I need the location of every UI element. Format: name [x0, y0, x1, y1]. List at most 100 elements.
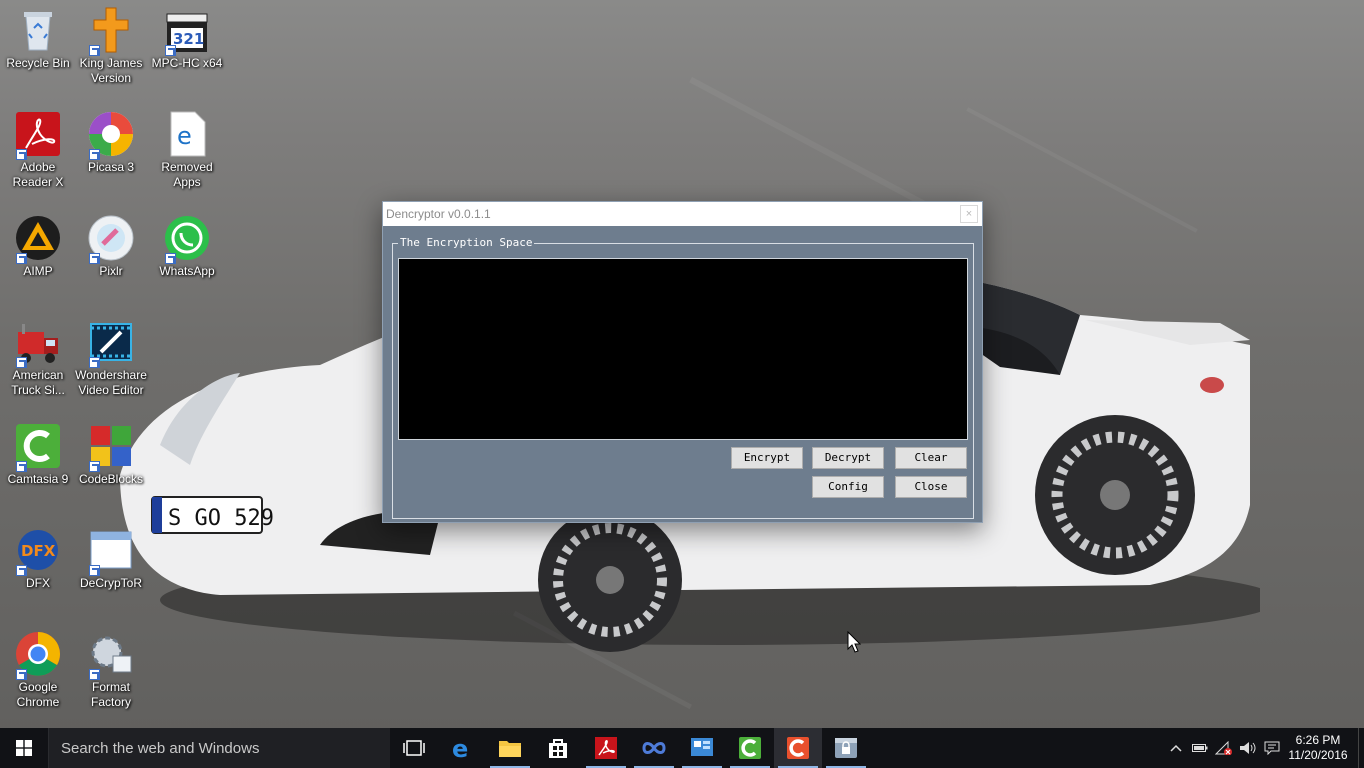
window-close-icon[interactable]: × — [960, 205, 978, 223]
desktop-icon-label: Pixlr — [99, 264, 123, 278]
picasa-icon — [87, 110, 135, 160]
desktop-icon-king-james[interactable]: King James Version — [73, 0, 149, 86]
start-button[interactable] — [0, 728, 48, 768]
codeblocks-icon — [87, 422, 135, 472]
video-editor-icon — [87, 318, 135, 368]
svg-text:321: 321 — [173, 30, 204, 48]
shortcut-arrow-icon — [89, 45, 100, 56]
file-explorer-icon — [499, 741, 521, 757]
show-hidden-icons-chevron-up-icon[interactable] — [1164, 728, 1188, 768]
shortcut-arrow-icon — [16, 461, 27, 472]
show-desktop-button[interactable] — [1358, 728, 1364, 768]
desktop-icon-label: AIMP — [23, 264, 53, 278]
desktop-icon-codeblocks[interactable]: CodeBlocks — [73, 416, 149, 487]
desktop-icon-format-factory[interactable]: Format Factory — [73, 624, 149, 710]
desktop-icon-mpc-hc[interactable]: 321 MPC-HC x64 — [149, 0, 225, 71]
control-panel-icon — [691, 738, 713, 756]
mpc-clapper-icon: 321 — [163, 6, 211, 56]
close-button[interactable]: Close — [895, 476, 967, 498]
desktop-icon-label: Camtasia 9 — [7, 472, 69, 486]
taskbar-camtasia-recorder[interactable] — [774, 728, 822, 768]
window-app-icon — [87, 526, 135, 576]
encrypt-button[interactable]: Encrypt — [731, 447, 803, 469]
taskbar-control-panel[interactable] — [678, 728, 726, 768]
shortcut-arrow-icon — [89, 461, 100, 472]
taskbar-adobe-reader[interactable] — [582, 728, 630, 768]
shortcut-arrow-icon — [89, 565, 100, 576]
desktop-icon-label: Adobe Reader X — [12, 160, 64, 189]
truck-icon — [14, 318, 62, 368]
desktop-icon-pixlr[interactable]: Pixlr — [73, 208, 149, 279]
desktop-icon-adobe-reader[interactable]: Adobe Reader X — [0, 104, 76, 190]
desktop-icon-label: Format Factory — [90, 680, 131, 709]
shortcut-arrow-icon — [165, 253, 176, 264]
taskbar-file-explorer[interactable] — [486, 728, 534, 768]
desktop-icon-recycle-bin[interactable]: Recycle Bin — [0, 0, 76, 71]
desktop-icon-label: Wondershare Video Editor — [75, 368, 147, 397]
svg-text:e: e — [177, 122, 192, 150]
clock[interactable]: 6:26 PM 11/20/2016 — [1284, 733, 1352, 763]
adobe-reader-icon — [595, 737, 617, 759]
taskbar-edge[interactable]: e — [438, 728, 486, 768]
network-disconnected-icon[interactable] — [1212, 728, 1236, 768]
desktop-icon-chrome[interactable]: Google Chrome — [0, 624, 76, 710]
taskbar-camtasia[interactable] — [726, 728, 774, 768]
shortcut-arrow-icon — [89, 357, 100, 368]
desktop-icon-label: WhatsApp — [159, 264, 215, 278]
svg-text:DFX: DFX — [21, 542, 56, 560]
adobe-reader-icon — [14, 110, 62, 160]
desktop-icons: Recycle Bin King James Version 321 MPC-H… — [0, 0, 230, 728]
desktop-icon-camtasia[interactable]: Camtasia 9 — [0, 416, 76, 487]
edge-icon: e — [452, 736, 468, 760]
desktop-icon-aimp[interactable]: AIMP — [0, 208, 76, 279]
dfx-icon: DFX — [14, 526, 62, 576]
chrome-icon — [14, 630, 62, 680]
store-icon — [549, 739, 567, 758]
clear-button[interactable]: Clear — [895, 447, 967, 469]
desktop-icon-label: Removed Apps — [161, 160, 213, 189]
desktop-icon-whatsapp[interactable]: WhatsApp — [149, 208, 225, 279]
dencryptor-window: Dencryptor v0.0.1.1 × The Encryption Spa… — [382, 201, 983, 523]
shortcut-arrow-icon — [16, 149, 27, 160]
desktop-icon-picasa[interactable]: Picasa 3 — [73, 104, 149, 175]
search-box[interactable]: Search the web and Windows — [48, 728, 390, 768]
mouse-cursor-icon — [847, 631, 861, 653]
config-button[interactable]: Config — [812, 476, 884, 498]
desktop-icon-dfx[interactable]: DFX DFX — [0, 520, 76, 591]
aimp-icon — [14, 214, 62, 264]
encryption-textarea[interactable] — [398, 258, 968, 440]
window-titlebar[interactable]: Dencryptor v0.0.1.1 × — [383, 202, 982, 226]
infinity-app-icon — [642, 742, 666, 754]
decrypt-button[interactable]: Decrypt — [812, 447, 884, 469]
window-title: Dencryptor v0.0.1.1 — [386, 207, 491, 221]
shortcut-arrow-icon — [16, 669, 27, 680]
power-battery-icon[interactable] — [1188, 728, 1212, 768]
camtasia-icon — [14, 422, 62, 472]
clock-date: 11/20/2016 — [1288, 748, 1348, 762]
desktop-icon-decryptor[interactable]: DeCrypToR — [73, 520, 149, 591]
desktop-icon-removed-apps[interactable]: e Removed Apps — [149, 104, 225, 190]
task-view-icon — [403, 740, 425, 756]
group-label: The Encryption Space — [398, 235, 535, 251]
desktop-icon-label: Picasa 3 — [87, 160, 135, 174]
desktop-icon-american-truck[interactable]: American Truck Si... — [0, 312, 76, 398]
taskbar-task-view[interactable] — [390, 728, 438, 768]
taskbar-infinity-app[interactable] — [630, 728, 678, 768]
desktop-icon-label: CodeBlocks — [78, 472, 144, 486]
action-center-notifications-icon[interactable] — [1260, 728, 1284, 768]
encryption-space-group: The Encryption Space Encrypt Decrypt Cle… — [392, 235, 974, 519]
desktop-icon-label: King James Version — [79, 56, 143, 85]
desktop-icon-label: Google Chrome — [16, 680, 60, 709]
cross-icon — [87, 6, 135, 56]
desktop-icon-wondershare[interactable]: Wondershare Video Editor — [73, 312, 149, 398]
shortcut-arrow-icon — [89, 253, 100, 264]
volume-speaker-icon[interactable] — [1236, 728, 1260, 768]
taskbar-store[interactable] — [534, 728, 582, 768]
dencryptor-icon — [835, 738, 857, 758]
taskbar-dencryptor[interactable] — [822, 728, 870, 768]
recycle-bin-icon — [14, 6, 62, 54]
desktop-icon-label: American Truck Si... — [11, 368, 65, 397]
shortcut-arrow-icon — [89, 669, 100, 680]
windows-logo-icon — [16, 740, 32, 756]
svg-text:e: e — [452, 736, 468, 760]
